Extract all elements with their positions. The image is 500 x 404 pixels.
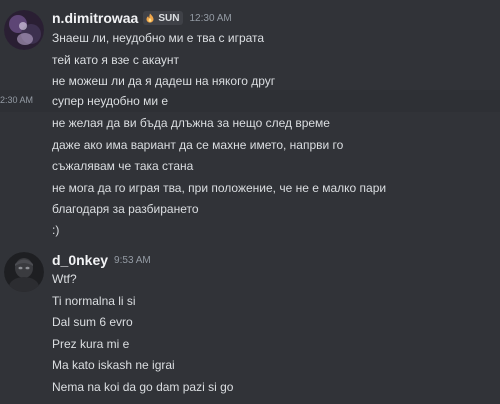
username[interactable]: d_0nkey — [52, 252, 108, 268]
flame-icon — [145, 13, 155, 23]
message-line[interactable]: съжалявам че така стана — [0, 155, 500, 177]
message-header: d_0nkey 9:53 AM — [52, 250, 151, 270]
message-line[interactable]: Ti normalna li si — [0, 290, 500, 312]
timestamp[interactable]: 12:30 AM — [189, 13, 231, 24]
message-text: Wtf? — [52, 272, 77, 286]
message-line[interactable]: не мога да го играя тва, при положение, … — [0, 177, 500, 199]
message-text: Ti normalna li si — [52, 294, 136, 308]
message-line[interactable]: тей като я взе с акаунт — [0, 49, 500, 71]
message-text: съжалявам че така стана — [52, 159, 194, 173]
message-line[interactable]: Ma kato iskash ne igrai — [0, 354, 500, 376]
message-text: благодаря за разбирането — [52, 202, 199, 216]
message-line[interactable]: не можеш ли да я дадеш на някого друг — [0, 70, 500, 92]
message-line[interactable]: :) — [0, 219, 500, 241]
message-text: не можеш ли да я дадеш на някого друг — [52, 74, 276, 88]
guild-tag[interactable]: SUN — [143, 11, 184, 25]
message-text: не мога да го играя тва, при положение, … — [52, 181, 387, 195]
message-line[interactable]: не желая да ви бъда длъжна за нещо след … — [0, 112, 500, 134]
message-line[interactable]: Знаеш ли, неудобно ми е тва с играта — [0, 27, 500, 49]
username[interactable]: n.dimitrowaa — [52, 10, 138, 26]
message-line[interactable]: Prez kura mi e — [0, 333, 500, 355]
message-text: супер неудобно ми е — [52, 94, 169, 108]
hover-timestamp[interactable]: 2:30 AM — [0, 95, 33, 105]
chat-messages: n.dimitrowaa SUN 12:30 AM Знаеш ли, неуд… — [0, 0, 500, 404]
message-text: Nema na koi da go dam pazi si go — [52, 380, 234, 394]
message-line[interactable]: Nema na koi da go dam pazi si go — [0, 376, 500, 398]
message-text: Prez kura mi e — [52, 337, 130, 351]
message-line[interactable]: Wtf? — [0, 268, 500, 290]
message-header: n.dimitrowaa SUN 12:30 AM — [52, 8, 232, 28]
message-text: :) — [52, 223, 60, 237]
message-line[interactable]: даже ако има вариант да се махне името, … — [0, 134, 500, 156]
message-text: Знаеш ли, неудобно ми е тва с играта — [52, 31, 265, 45]
message-text: Ma kato iskash ne igrai — [52, 358, 175, 372]
message-line[interactable]: Dal sum 6 evro — [0, 311, 500, 333]
message-line[interactable]: благодаря за разбирането — [0, 198, 500, 220]
message-line-hovered[interactable]: 2:30 AM супер неудобно ми е — [0, 90, 500, 112]
guild-tag-label: SUN — [158, 12, 180, 24]
message-text: Dal sum 6 evro — [52, 315, 133, 329]
message-text: тей като я взе с акаунт — [52, 53, 179, 67]
timestamp[interactable]: 9:53 AM — [114, 255, 151, 266]
message-text: не желая да ви бъда длъжна за нещо след … — [52, 116, 330, 130]
message-text: даже ако има вариант да се махне името, … — [52, 138, 344, 152]
